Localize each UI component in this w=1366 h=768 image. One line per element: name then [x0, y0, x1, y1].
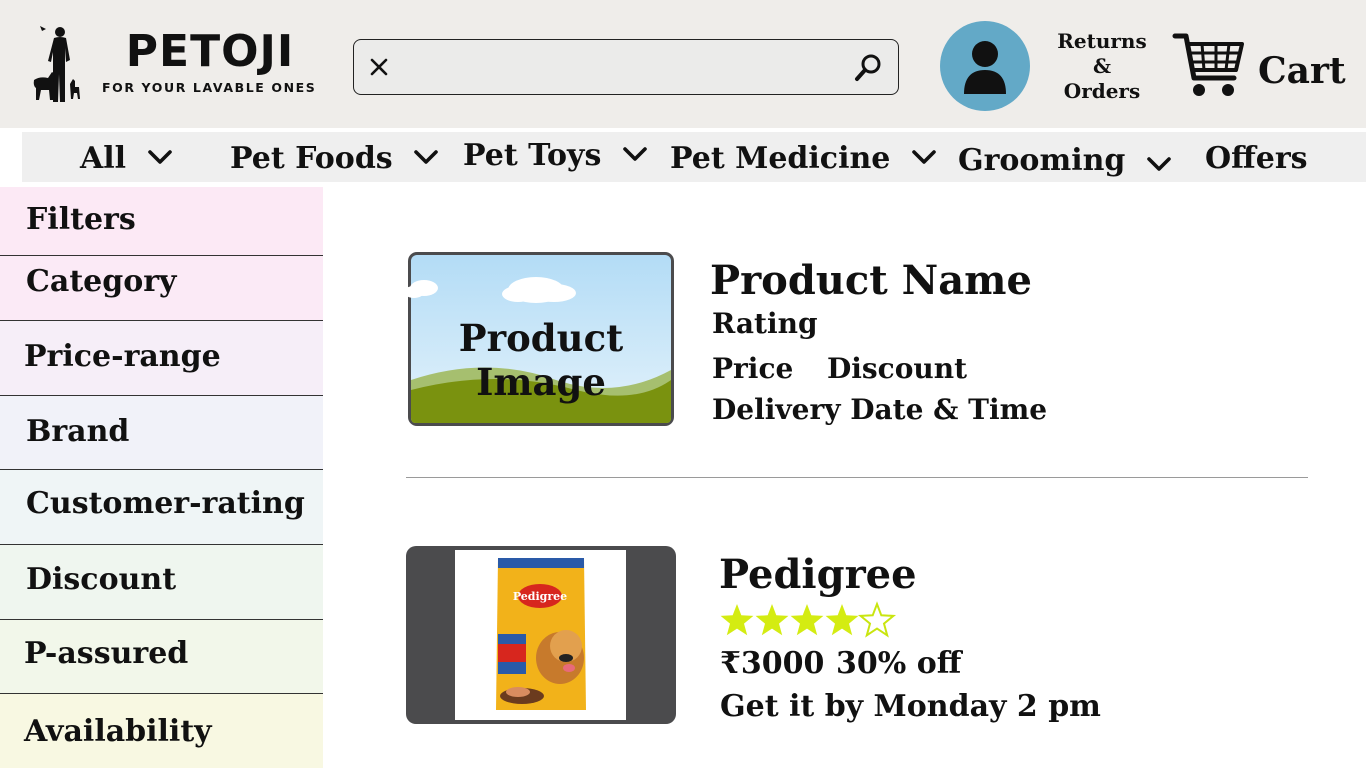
- product-divider: [406, 477, 1308, 478]
- cart-label: Cart: [1258, 50, 1346, 92]
- brand-tagline: FOR YOUR LAVABLE ONES: [102, 80, 317, 95]
- search-input[interactable]: [400, 50, 840, 84]
- nav-item-pet-toys[interactable]: Pet Toys: [463, 137, 648, 175]
- product-delivery: Delivery Date & Time: [712, 393, 1048, 426]
- chevron-down-icon: [147, 150, 172, 164]
- filter-brand[interactable]: Brand: [0, 396, 323, 469]
- product-rating-stars: [719, 599, 899, 641]
- returns-label: Returns: [1057, 29, 1147, 53]
- product-name[interactable]: Pedigree: [719, 550, 917, 600]
- nav-item-pet-foods[interactable]: Pet Foods: [230, 140, 439, 178]
- product-name[interactable]: Product Name: [710, 256, 1032, 306]
- filter-label: Brand: [26, 414, 130, 449]
- cart-icon: [1172, 33, 1244, 96]
- user-icon: [964, 41, 1006, 94]
- filter-discount[interactable]: Discount: [0, 545, 323, 619]
- filter-label: Availability: [24, 714, 212, 749]
- product-rating-label: Rating: [712, 307, 818, 340]
- chevron-down-icon: [912, 150, 936, 164]
- star-rating-icon: [720, 603, 895, 637]
- search-bar: [353, 39, 899, 95]
- nav-item-grooming[interactable]: Grooming: [958, 142, 1172, 180]
- product-delivery: Get it by Monday 2 pm: [720, 689, 1101, 724]
- returns-orders-link[interactable]: Returns & Orders: [1052, 29, 1152, 104]
- filters-title-label: Filters: [26, 202, 136, 237]
- nav-item-label: Grooming: [958, 143, 1126, 178]
- clear-icon[interactable]: [364, 52, 394, 82]
- search-icon[interactable]: [852, 52, 884, 84]
- filter-label: Customer-rating: [26, 486, 305, 521]
- filter-price-range[interactable]: Price-range: [0, 321, 323, 395]
- cart-button[interactable]: Cart: [1172, 30, 1352, 102]
- product-discount: Discount: [827, 352, 968, 385]
- svg-text:Pedigree: Pedigree: [513, 590, 567, 603]
- filter-label: Category: [26, 264, 177, 299]
- nav-item-label: Pet Medicine: [670, 141, 891, 176]
- brand-name: PETOJI: [125, 26, 295, 77]
- pedigree-pack-image: Pedigree: [455, 550, 626, 720]
- category-nav: All Pet Foods Pet Toys Pet Medicine Groo…: [22, 132, 1366, 182]
- logo-icon[interactable]: [30, 22, 82, 104]
- product-discount: 30% off: [836, 646, 962, 681]
- chevron-down-icon: [414, 150, 438, 164]
- account-button[interactable]: [940, 21, 1030, 111]
- filter-p-assured[interactable]: P-assured: [0, 620, 323, 694]
- product-image-placeholder[interactable]: Product Image: [406, 250, 676, 428]
- filter-customer-rating[interactable]: Customer-rating: [0, 470, 323, 544]
- filter-label: Discount: [26, 562, 177, 597]
- filters-title: Filters: [0, 187, 323, 255]
- nav-item-all[interactable]: All: [80, 140, 173, 178]
- nav-item-label: Offers: [1205, 141, 1308, 176]
- filter-label: Price-range: [24, 339, 221, 374]
- orders-label: Orders: [1063, 79, 1141, 103]
- nav-item-label: Pet Foods: [230, 141, 393, 176]
- filter-availability[interactable]: Availability: [0, 694, 323, 768]
- filters-panel: Filters Category Price-range Brand Custo…: [0, 187, 323, 768]
- product-price: ₹3000: [720, 646, 825, 681]
- chevron-down-icon: [623, 147, 647, 161]
- nav-item-label: All: [80, 141, 127, 176]
- filter-category[interactable]: Category: [0, 256, 323, 320]
- product-price: Price: [712, 352, 794, 385]
- chevron-down-icon: [1147, 157, 1171, 171]
- returns-amp: &: [1092, 54, 1112, 78]
- nav-item-pet-medicine[interactable]: Pet Medicine: [670, 140, 937, 178]
- header: PETOJI FOR YOUR LAVABLE ONES Returns & O…: [0, 0, 1366, 128]
- nav-item-offers[interactable]: Offers: [1205, 140, 1308, 178]
- filter-label: P-assured: [24, 636, 189, 671]
- brand[interactable]: PETOJI FOR YOUR LAVABLE ONES: [102, 24, 322, 95]
- nav-item-label: Pet Toys: [463, 138, 602, 173]
- product-image-label: Product Image: [458, 316, 624, 404]
- product-image-frame[interactable]: Pedigree: [406, 546, 676, 724]
